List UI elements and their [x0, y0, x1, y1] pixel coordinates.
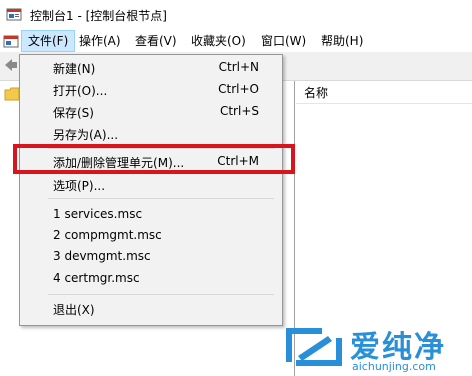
- menu-item-save-as-label: 另存为(A)...: [53, 128, 119, 142]
- menu-help-label: 帮助(H): [321, 34, 364, 48]
- menu-item-recent-1-label: 1 services.msc: [53, 207, 143, 221]
- menu-favorites-label: 收藏夹(O): [191, 34, 246, 48]
- list-header: 名称: [296, 81, 472, 104]
- menu-item-new-shortcut: Ctrl+N: [218, 60, 259, 74]
- watermark-en-text: aichunjing.com: [352, 360, 436, 373]
- menu-bar: 文件(F) 操作(A) 查看(V) 收藏夹(O) 窗口(W) 帮助(H): [0, 30, 472, 52]
- menu-item-save-label: 保存(S): [53, 106, 94, 120]
- menu-item-recent-3-label: 3 devmgmt.msc: [53, 249, 151, 263]
- column-name-header[interactable]: 名称: [304, 84, 328, 101]
- menu-window-label: 窗口(W): [261, 34, 307, 48]
- menu-item-exit[interactable]: 退出(X): [20, 298, 282, 320]
- menu-item-save-as[interactable]: 另存为(A)...: [20, 123, 282, 145]
- back-arrow-icon[interactable]: [4, 58, 18, 72]
- menu-item-save[interactable]: 保存(S) Ctrl+S: [20, 101, 282, 123]
- menu-file[interactable]: 文件(F): [21, 30, 76, 52]
- menu-item-recent-2-label: 2 compmgmt.msc: [53, 228, 162, 242]
- menu-favorites[interactable]: 收藏夹(O): [185, 30, 252, 52]
- menu-item-open-label: 打开(O)...: [53, 84, 108, 98]
- menu-item-recent-4[interactable]: 4 certmgr.msc: [20, 268, 282, 290]
- menu-item-new-label: 新建(N): [53, 62, 96, 76]
- highlight-annotation-box: [13, 144, 295, 174]
- menu-item-recent-1[interactable]: 1 services.msc: [20, 204, 282, 226]
- menu-separator: [48, 294, 274, 295]
- menu-item-options[interactable]: 选项(P)...: [20, 174, 282, 196]
- watermark: 爱纯净 aichunjing.com: [282, 322, 472, 376]
- menu-view[interactable]: 查看(V): [129, 30, 183, 52]
- menu-item-new[interactable]: 新建(N) Ctrl+N: [20, 57, 282, 79]
- folder-icon: [4, 87, 20, 101]
- file-menu-dropdown: 新建(N) Ctrl+N 打开(O)... Ctrl+O 保存(S) Ctrl+…: [19, 54, 283, 326]
- menu-help[interactable]: 帮助(H): [315, 30, 369, 52]
- menu-item-save-shortcut: Ctrl+S: [219, 104, 259, 118]
- menu-action[interactable]: 操作(A): [73, 30, 127, 52]
- menu-window[interactable]: 窗口(W): [255, 30, 312, 52]
- menu-item-recent-2[interactable]: 2 compmgmt.msc: [20, 225, 282, 247]
- title-bar: 控制台1 - [控制台根节点]: [0, 0, 472, 30]
- menu-item-open[interactable]: 打开(O)... Ctrl+O: [20, 79, 282, 101]
- menu-view-label: 查看(V): [135, 34, 177, 48]
- menu-separator: [48, 198, 274, 199]
- watermark-logo-icon: [286, 328, 342, 366]
- menu-item-recent-3[interactable]: 3 devmgmt.msc: [20, 246, 282, 268]
- system-menu-icon[interactable]: [3, 33, 19, 49]
- mmc-console-icon: [6, 8, 22, 21]
- menu-item-exit-label: 退出(X): [53, 303, 95, 317]
- menu-item-recent-4-label: 4 certmgr.msc: [53, 271, 140, 285]
- menu-item-options-label: 选项(P)...: [53, 179, 106, 193]
- menu-action-label: 操作(A): [79, 34, 121, 48]
- window-title: 控制台1 - [控制台根节点]: [30, 9, 167, 23]
- menu-file-label: 文件(F): [28, 34, 69, 48]
- menu-item-open-shortcut: Ctrl+O: [218, 82, 259, 96]
